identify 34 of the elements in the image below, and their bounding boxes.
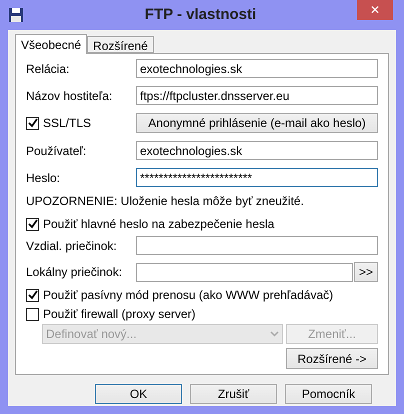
text-field[interactable]: exotechnologies.sk	[136, 141, 378, 160]
text-field[interactable]	[136, 236, 378, 255]
field-label: Vzdial. priečinok:	[26, 238, 118, 254]
checkbox-label[interactable]: Použiť pasívny mód prenosu (ako WWW prehľadávač)	[43, 286, 334, 304]
field-label: Lokálny priečinok:	[26, 264, 124, 281]
checkbox[interactable]	[26, 308, 39, 320]
dialog-button[interactable]: Zrušiť	[190, 384, 277, 404]
checkbox[interactable]	[26, 288, 39, 302]
warning-text: UPOZORNENIE: Uloženie hesla môže byť zneužité.	[26, 193, 305, 210]
field-label: Používateľ:	[26, 142, 88, 160]
anonymous-login-button[interactable]: Anonymné prihlásenie (e-mail ako heslo)	[136, 113, 378, 133]
tab[interactable]: Všeobecné	[15, 34, 88, 54]
field-label: Heslo:	[26, 170, 62, 186]
close-button[interactable]: ✕	[357, 0, 393, 20]
checkbox[interactable]	[26, 116, 39, 130]
tab[interactable]: Rozšírené	[87, 36, 154, 53]
checkbox-label[interactable]: Použiť firewall (proxy server)	[43, 305, 196, 323]
browse-button[interactable]: >>	[354, 262, 378, 282]
text-field[interactable]	[136, 262, 353, 282]
advanced-button[interactable]: Rozšírené ->	[286, 348, 378, 369]
field-label: Názov hostiteľa:	[26, 88, 114, 104]
checkbox-label[interactable]: Použiť hlavné heslo na zabezpečenie hesla	[43, 215, 274, 233]
text-field[interactable]: ************************	[136, 168, 378, 187]
checkbox-label[interactable]: SSL/TLS	[43, 114, 92, 132]
window-title: FTP - vlastnosti	[144, 4, 256, 25]
checkmark-icon	[28, 290, 38, 300]
field-label: Relácia:	[26, 60, 70, 78]
text-field[interactable]: ftps://ftpcluster.dnsserver.eu	[136, 86, 378, 105]
checkbox[interactable]	[26, 218, 39, 230]
checkmark-icon	[28, 219, 38, 229]
dialog-button[interactable]: Pomocník	[285, 384, 372, 404]
checkmark-icon	[28, 118, 38, 128]
dialog-button[interactable]: OK	[95, 384, 182, 404]
text-field[interactable]: exotechnologies.sk	[136, 59, 378, 78]
